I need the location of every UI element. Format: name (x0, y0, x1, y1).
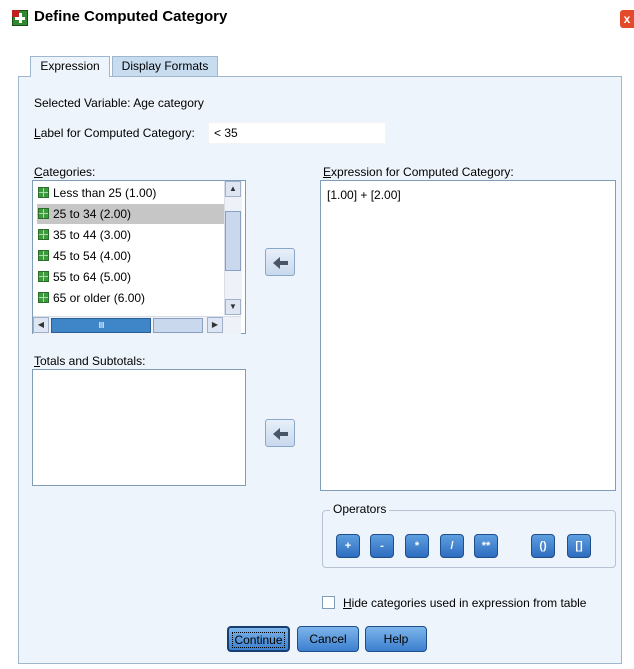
continue-button[interactable]: Continue (227, 626, 290, 652)
arrow-left-icon (273, 257, 288, 269)
list-item[interactable]: 65 or older (6.00) (37, 288, 225, 308)
window-title: Define Computed Category (34, 8, 228, 25)
label-field-label: Label for Computed Category: (34, 126, 195, 140)
minus-operator-button[interactable]: - (370, 534, 394, 558)
categories-label: Categories: (34, 165, 96, 179)
category-grid-icon (38, 187, 49, 198)
scroll-down-icon[interactable]: ▼ (225, 299, 241, 315)
selected-variable-label: Selected Variable: Age category (34, 96, 204, 110)
horizontal-scroll-track[interactable] (153, 318, 203, 333)
list-item[interactable]: 25 to 34 (2.00) (37, 204, 225, 224)
list-item[interactable]: 55 to 64 (5.00) (37, 267, 225, 287)
expression-label: Expression for Computed Category: (323, 165, 514, 179)
close-button[interactable]: x (620, 10, 634, 28)
divide-operator-button[interactable]: / (440, 534, 464, 558)
tab-display-formats[interactable]: Display Formats (112, 56, 218, 76)
horizontal-scroll-thumb[interactable]: IIII (51, 318, 151, 333)
parentheses-operator-button[interactable]: () (531, 534, 555, 558)
multiply-operator-button[interactable]: * (405, 534, 429, 558)
vertical-scroll-thumb[interactable] (225, 211, 241, 271)
help-button[interactable]: Help (365, 626, 427, 652)
power-operator-button[interactable]: ** (474, 534, 498, 558)
scroll-up-icon[interactable]: ▲ (225, 181, 241, 197)
categories-vertical-scrollbar[interactable]: ▲ ▼ (224, 181, 242, 315)
expression-textarea[interactable]: [1.00] + [2.00] (320, 180, 616, 491)
scroll-right-icon[interactable]: ▶ (207, 317, 223, 333)
category-grid-icon (38, 208, 49, 219)
totals-list[interactable] (32, 369, 246, 486)
categories-list[interactable]: Less than 25 (1.00) 25 to 34 (2.00) 35 t… (32, 180, 246, 334)
hide-categories-label[interactable]: Hide categories used in expression from … (343, 596, 586, 610)
list-item[interactable]: 35 to 44 (3.00) (37, 225, 225, 245)
category-grid-icon (38, 229, 49, 240)
list-item[interactable]: Less than 25 (1.00) (37, 183, 225, 203)
move-totals-to-expression-button[interactable] (265, 419, 295, 447)
move-to-expression-button[interactable] (265, 248, 295, 276)
brackets-operator-button[interactable]: [] (567, 534, 591, 558)
arrow-left-icon (273, 428, 288, 440)
hide-categories-checkbox[interactable] (322, 596, 335, 609)
categories-horizontal-scrollbar[interactable]: ◀ IIII ▶ (33, 316, 241, 334)
plus-operator-button[interactable]: + (336, 534, 360, 558)
category-grid-icon (38, 292, 49, 303)
scroll-left-icon[interactable]: ◀ (33, 317, 49, 333)
totals-label: Totals and Subtotals: (34, 354, 146, 368)
cancel-button[interactable]: Cancel (297, 626, 359, 652)
category-grid-icon (38, 250, 49, 261)
tab-expression[interactable]: Expression (30, 56, 110, 77)
app-icon (12, 10, 28, 26)
label-input[interactable]: < 35 (208, 122, 386, 144)
category-grid-icon (38, 271, 49, 282)
operators-legend: Operators (330, 502, 390, 516)
list-item[interactable]: 45 to 54 (4.00) (37, 246, 225, 266)
